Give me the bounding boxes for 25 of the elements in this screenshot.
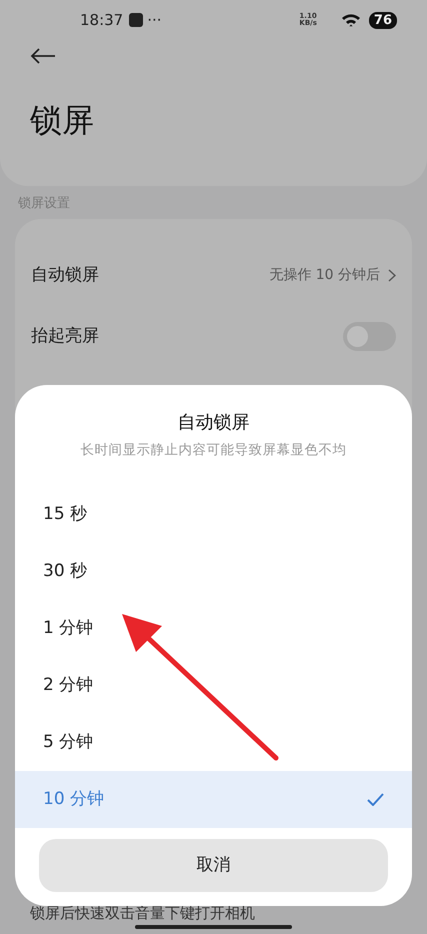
setting-label: 自动锁屏 [31, 264, 99, 287]
option-item[interactable]: 15 秒 [15, 486, 412, 544]
back-button[interactable] [30, 48, 56, 64]
sheet-subtitle: 长时间显示静止内容可能导致屏幕显色不均 [80, 441, 348, 460]
chevron-icon [388, 269, 396, 282]
setting-value: 无操作 10 分钟后 [269, 266, 380, 285]
check-icon [367, 793, 384, 806]
battery-level: 76 [368, 12, 397, 28]
sheet-title: 自动锁屏 [176, 411, 250, 435]
more-notifications: ··· [147, 10, 162, 31]
footer-hint: 锁屏后快速双击音量下键打开相机 [30, 904, 255, 922]
option-item[interactable]: 1 分钟 [15, 600, 412, 658]
option-item[interactable]: 10 分钟 [15, 771, 412, 828]
status-time: 18:37 [80, 10, 124, 31]
option-item[interactable]: 30 秒 [15, 543, 412, 600]
page-title: 锁屏 [30, 100, 95, 141]
setting-label: 抬起亮屏 [31, 324, 99, 348]
cancel-button[interactable]: 取消 [39, 839, 388, 892]
app-icon [129, 13, 144, 27]
option-item[interactable]: 5 分钟 [15, 714, 412, 772]
option-item[interactable]: 2 分钟 [15, 657, 412, 714]
toggle-switch[interactable] [343, 322, 396, 351]
settings-row[interactable]: 自动锁屏 无操作 10 分钟后 [15, 245, 412, 306]
settings-row[interactable]: 抬起亮屏 [15, 306, 412, 367]
wifi-icon [340, 13, 361, 27]
